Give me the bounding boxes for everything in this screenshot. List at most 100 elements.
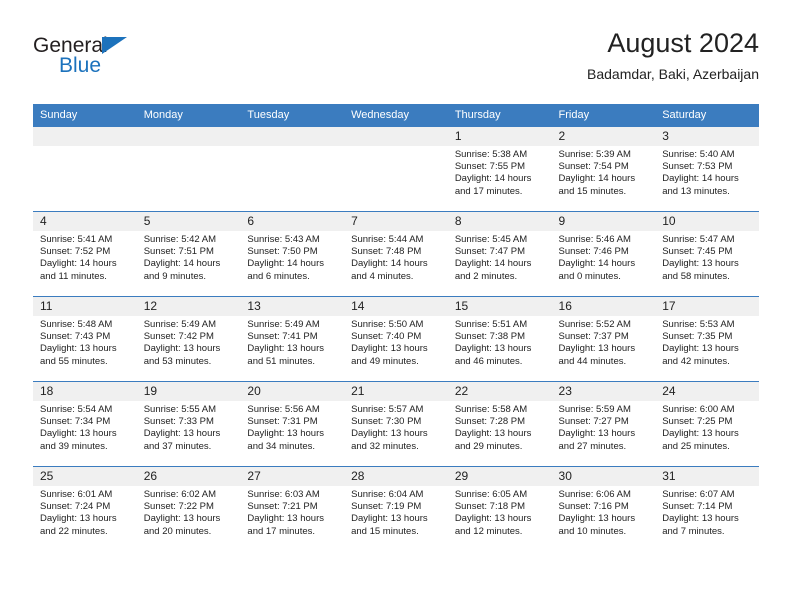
day-details: Sunrise: 5:49 AM Sunset: 7:41 PM Daylight:…: [240, 316, 344, 368]
day-cell[interactable]: 20 Sunrise: 5:56 AM Sunset: 7:31 PM Dayligh…: [240, 382, 345, 466]
day-cell[interactable]: 12 Sunrise: 5:49 AM Sunset: 7:42 PM Dayligh…: [136, 297, 241, 381]
daylight-text-line2: and 4 minutes.: [351, 270, 414, 282]
day-cell[interactable]: 11 Sunrise: 5:48 AM Sunset: 7:43 PM Dayligh…: [33, 297, 137, 381]
daylight-text-line2: and 17 minutes.: [247, 525, 316, 537]
daylight-text-line1: Daylight: 13 hours: [247, 513, 324, 525]
sunrise-text: Sunrise: 6:05 AM: [454, 489, 528, 500]
brand-logo[interactable]: General Blue: [33, 34, 233, 90]
daylight-text-line2: and 32 minutes.: [351, 440, 419, 452]
sunset-text: Sunset: 7:27 PM: [558, 416, 629, 428]
day-cell[interactable]: 10 Sunrise: 5:47 AM Sunset: 7:45 PM Dayligh…: [655, 212, 759, 296]
day-cell[interactable]: 9 Sunrise: 5:46 AM Sunset: 7:46 PM Daylight…: [551, 212, 656, 296]
day-cell-empty: [136, 127, 241, 211]
day-number: 27: [240, 467, 345, 486]
day-cell[interactable]: 16 Sunrise: 5:52 AM Sunset: 7:37 PM Dayligh…: [551, 297, 656, 381]
day-cell[interactable]: 29 Sunrise: 6:05 AM Sunset: 7:18 PM Dayligh…: [447, 467, 552, 551]
weekday-header-sunday: Sunday: [33, 104, 137, 127]
weekday-header-friday: Friday: [551, 104, 656, 127]
sunrise-text: Sunrise: 5:43 AM: [247, 234, 320, 245]
day-cell[interactable]: 28 Sunrise: 6:04 AM Sunset: 7:19 PM Dayligh…: [344, 467, 448, 551]
sunrise-text: Sunrise: 5:44 AM: [351, 234, 424, 245]
sunset-text: Sunset: 7:51 PM: [143, 246, 214, 258]
day-cell[interactable]: 17 Sunrise: 5:53 AM Sunset: 7:35 PM Dayligh…: [655, 297, 759, 381]
day-cell[interactable]: 13 Sunrise: 5:49 AM Sunset: 7:41 PM Dayligh…: [240, 297, 345, 381]
daylight-text-line2: and 11 minutes.: [40, 270, 107, 282]
daylight-text-line2: and 34 minutes.: [247, 440, 316, 452]
day-cell[interactable]: 14 Sunrise: 5:50 AM Sunset: 7:40 PM Dayligh…: [344, 297, 448, 381]
weekday-header-saturday: Saturday: [655, 104, 759, 127]
daylight-text-line1: Daylight: 14 hours: [143, 258, 221, 270]
day-details: Sunrise: 5:38 AM Sunset: 7:55 PM Daylight:…: [448, 146, 552, 198]
day-cell[interactable]: 7 Sunrise: 5:44 AM Sunset: 7:48 PM Daylight…: [344, 212, 448, 296]
sunset-text: Sunset: 7:25 PM: [662, 416, 733, 428]
day-details: Sunrise: 6:02 AM Sunset: 7:22 PM Daylight:…: [137, 486, 241, 538]
sunrise-text: Sunrise: 5:49 AM: [143, 319, 217, 330]
day-cell[interactable]: 30 Sunrise: 6:06 AM Sunset: 7:16 PM Dayligh…: [551, 467, 656, 551]
day-cell[interactable]: 2 Sunrise: 5:39 AM Sunset: 7:54 PM Daylight…: [551, 127, 656, 211]
daylight-text-line1: Daylight: 13 hours: [662, 428, 739, 440]
sunset-text: Sunset: 7:52 PM: [40, 246, 111, 258]
weekday-header-thursday: Thursday: [447, 104, 552, 127]
day-cell-empty: [33, 127, 137, 211]
sunset-text: Sunset: 7:21 PM: [247, 501, 318, 513]
day-cell[interactable]: 24 Sunrise: 6:00 AM Sunset: 7:25 PM Dayligh…: [655, 382, 759, 466]
day-details: Sunrise: 6:03 AM Sunset: 7:21 PM Daylight:…: [240, 486, 344, 538]
day-details: Sunrise: 5:42 AM Sunset: 7:51 PM Daylight:…: [137, 231, 241, 283]
sunset-text: Sunset: 7:30 PM: [351, 416, 422, 428]
day-number: 29: [447, 467, 552, 486]
day-number: 6: [240, 212, 345, 231]
sunrise-text: Sunrise: 6:00 AM: [662, 404, 735, 415]
day-cell[interactable]: 21 Sunrise: 5:57 AM Sunset: 7:30 PM Dayligh…: [344, 382, 448, 466]
daylight-text-line2: and 6 minutes.: [247, 270, 310, 282]
week-row: 25 Sunrise: 6:01 AM Sunset: 7:24 PM Dayligh…: [33, 466, 759, 551]
daylight-text-line2: and 53 minutes.: [143, 355, 212, 367]
day-details: Sunrise: 6:07 AM Sunset: 7:14 PM Daylight:…: [655, 486, 759, 538]
brand-name-blue: Blue: [59, 54, 102, 77]
day-number: 16: [551, 297, 656, 316]
daylight-text-line2: and 20 minutes.: [143, 525, 212, 537]
day-cell[interactable]: 15 Sunrise: 5:51 AM Sunset: 7:38 PM Dayligh…: [447, 297, 552, 381]
daylight-text-line1: Daylight: 13 hours: [40, 343, 117, 355]
sunset-text: Sunset: 7:55 PM: [454, 161, 526, 173]
day-details: Sunrise: 5:57 AM Sunset: 7:30 PM Daylight:…: [344, 401, 448, 453]
daylight-text-line1: Daylight: 13 hours: [247, 343, 324, 355]
day-details: Sunrise: 6:05 AM Sunset: 7:18 PM Daylight:…: [448, 486, 552, 538]
day-details: Sunrise: 5:39 AM Sunset: 7:54 PM Daylight:…: [552, 146, 656, 198]
day-cell[interactable]: 26 Sunrise: 6:02 AM Sunset: 7:22 PM Dayligh…: [136, 467, 241, 551]
daylight-text-line1: Daylight: 13 hours: [454, 343, 532, 355]
calendar-body: 1 Sunrise: 5:38 AM Sunset: 7:55 PM Daylight…: [33, 127, 759, 551]
day-cell[interactable]: 1 Sunrise: 5:38 AM Sunset: 7:55 PM Daylight…: [447, 127, 552, 211]
day-details: Sunrise: 5:45 AM Sunset: 7:47 PM Daylight:…: [448, 231, 552, 283]
day-number: 31: [655, 467, 759, 486]
sunset-text: Sunset: 7:41 PM: [247, 331, 318, 343]
daylight-text-line1: Daylight: 14 hours: [454, 173, 532, 185]
sunrise-text: Sunrise: 5:51 AM: [454, 319, 528, 330]
daylight-text-line1: Daylight: 13 hours: [143, 428, 221, 440]
daylight-text-line1: Daylight: 13 hours: [558, 428, 636, 440]
day-cell[interactable]: 25 Sunrise: 6:01 AM Sunset: 7:24 PM Dayligh…: [33, 467, 137, 551]
sunrise-text: Sunrise: 5:55 AM: [143, 404, 217, 415]
day-cell[interactable]: 27 Sunrise: 6:03 AM Sunset: 7:21 PM Dayligh…: [240, 467, 345, 551]
day-cell[interactable]: 4 Sunrise: 5:41 AM Sunset: 7:52 PM Daylight…: [33, 212, 137, 296]
day-cell[interactable]: 31 Sunrise: 6:07 AM Sunset: 7:14 PM Dayligh…: [655, 467, 759, 551]
day-number: 15: [447, 297, 552, 316]
day-cell[interactable]: 22 Sunrise: 5:58 AM Sunset: 7:28 PM Dayligh…: [447, 382, 552, 466]
day-cell[interactable]: 8 Sunrise: 5:45 AM Sunset: 7:47 PM Daylight…: [447, 212, 552, 296]
daylight-text-line1: Daylight: 14 hours: [454, 258, 532, 270]
daylight-text-line2: and 10 minutes.: [558, 525, 627, 537]
day-cell[interactable]: 5 Sunrise: 5:42 AM Sunset: 7:51 PM Daylight…: [136, 212, 241, 296]
day-cell-empty: [344, 127, 448, 211]
day-details: Sunrise: 6:01 AM Sunset: 7:24 PM Daylight:…: [33, 486, 137, 538]
day-cell[interactable]: 18 Sunrise: 5:54 AM Sunset: 7:34 PM Dayligh…: [33, 382, 137, 466]
day-cell[interactable]: 19 Sunrise: 5:55 AM Sunset: 7:33 PM Dayligh…: [136, 382, 241, 466]
day-number: 26: [136, 467, 241, 486]
day-number: 4: [33, 212, 137, 231]
day-details: Sunrise: 5:43 AM Sunset: 7:50 PM Daylight:…: [240, 231, 344, 283]
sunrise-text: Sunrise: 5:58 AM: [454, 404, 528, 415]
day-number: [33, 127, 137, 146]
daylight-text-line1: Daylight: 13 hours: [143, 513, 221, 525]
day-cell[interactable]: 6 Sunrise: 5:43 AM Sunset: 7:50 PM Daylight…: [240, 212, 345, 296]
day-cell[interactable]: 3 Sunrise: 5:40 AM Sunset: 7:53 PM Daylight…: [655, 127, 759, 211]
day-number: 5: [136, 212, 241, 231]
day-cell[interactable]: 23 Sunrise: 5:59 AM Sunset: 7:27 PM Dayligh…: [551, 382, 656, 466]
